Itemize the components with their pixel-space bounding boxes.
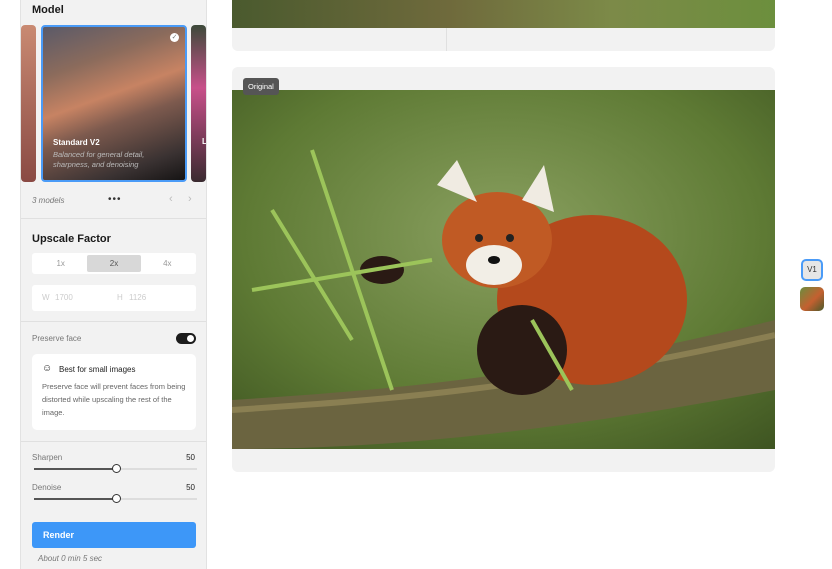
model-card-selected[interactable]: ✓ Standard V2 Balanced for general detai…	[41, 25, 187, 182]
model-description: Balanced for general detail, sharpness, …	[53, 150, 145, 169]
sharpen-value: 50	[186, 453, 195, 462]
check-icon: ✓	[170, 33, 179, 42]
version-thumbnail[interactable]	[800, 287, 824, 311]
width-label: W	[42, 293, 50, 302]
render-button[interactable]: Render	[32, 522, 196, 548]
chevron-right-icon[interactable]: ›	[188, 193, 192, 205]
previous-result-card	[232, 0, 775, 51]
model-card-next[interactable]: L	[191, 25, 206, 182]
version-v1-button[interactable]: V1	[801, 259, 823, 281]
height-value[interactable]: 1126	[129, 293, 146, 302]
pagination-dots[interactable]: •••	[108, 194, 122, 205]
model-heading: Model	[32, 4, 64, 16]
settings-panel: Model ✓ Standard V2 Balanced for general…	[20, 0, 207, 569]
upscale-heading: Upscale Factor	[32, 233, 111, 245]
denoise-value: 50	[186, 483, 195, 492]
preview-card	[232, 67, 775, 472]
chevron-left-icon[interactable]: ‹	[169, 193, 173, 205]
preview-image[interactable]	[232, 90, 775, 449]
sharpen-label: Sharpen	[32, 453, 63, 462]
smiley-icon: ☺	[42, 363, 53, 374]
sharpen-slider[interactable]	[34, 464, 197, 473]
slider-handle[interactable]	[111, 494, 121, 503]
height-label: H	[117, 293, 123, 302]
model-name: L	[202, 137, 206, 146]
denoise-label: Denoise	[32, 483, 62, 492]
upscale-factor-selector[interactable]: 1x 2x 4x	[32, 253, 196, 274]
slider-handle[interactable]	[111, 464, 121, 473]
info-text: Preserve face will prevent faces from be…	[42, 382, 186, 417]
model-count: 3 models	[32, 196, 65, 205]
render-estimate: About 0 min 5 sec	[38, 554, 103, 563]
preserve-face-label: Preserve face	[32, 334, 82, 343]
denoise-slider[interactable]	[34, 494, 197, 503]
option-1x[interactable]: 1x	[34, 255, 87, 272]
original-badge: Original	[243, 78, 279, 95]
option-4x[interactable]: 4x	[141, 255, 194, 272]
dimensions-field[interactable]: W 1700 H 1126	[32, 285, 196, 311]
preserve-face-info: ☺ Best for small images Preserve face wi…	[32, 354, 196, 430]
previous-result-image[interactable]	[232, 0, 775, 28]
info-title: Best for small images	[59, 365, 136, 374]
model-card-prev[interactable]	[21, 25, 36, 182]
model-name: Standard V2	[53, 138, 100, 147]
preserve-face-toggle[interactable]	[176, 333, 196, 344]
option-2x[interactable]: 2x	[87, 255, 141, 272]
width-value[interactable]: 1700	[55, 293, 73, 302]
